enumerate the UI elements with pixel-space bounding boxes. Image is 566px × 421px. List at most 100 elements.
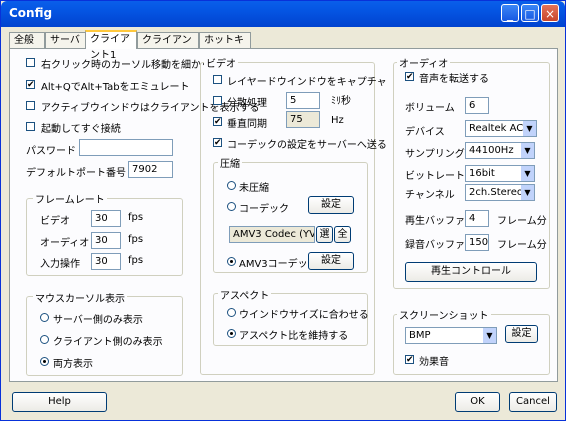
fit-window-radio[interactable] <box>227 308 236 317</box>
rec-buffer-label: 録音バッファ <box>405 240 465 251</box>
play-buffer-field[interactable]: 4 <box>465 210 489 227</box>
password-field[interactable] <box>79 139 173 156</box>
keep-aspect-label: アスペクト比を維持する <box>239 331 349 342</box>
codec-send-label: コーデックの設定をサーバーへ送る <box>227 140 387 151</box>
sound-effect-label: 効果音 <box>419 357 449 368</box>
window-title: Config <box>9 6 53 20</box>
fit-window-label: ウインドウサイズに合わせる <box>239 310 369 321</box>
distributed-label: 分散処理 <box>227 98 267 109</box>
audio-fps-field[interactable]: 30 <box>91 232 121 249</box>
audio-transfer-label: 音声を転送する <box>419 74 489 85</box>
cancel-button[interactable]: Cancel <box>509 392 557 412</box>
codec-settings-button[interactable]: 設定 <box>308 196 354 214</box>
autoconnect-checkbox[interactable] <box>26 122 35 131</box>
maximize-button[interactable]: □ <box>521 4 539 22</box>
audio-title: オーディオ <box>397 55 451 70</box>
volume-label: ボリューム <box>405 103 455 114</box>
input-fps-label: 入力操作 <box>40 259 80 270</box>
device-select[interactable]: Realtek AC97 ▼ <box>465 120 537 137</box>
codec-radio[interactable] <box>227 202 236 211</box>
layered-label: レイヤードウインドウをキャプチャ <box>227 77 387 88</box>
tab-client1[interactable]: クライアント1 <box>85 30 137 61</box>
mouse-cursor-title: マウスカーソル表示 <box>33 290 127 305</box>
tab-client2[interactable]: クライアント2 <box>137 32 199 62</box>
minimize-button[interactable]: _ <box>501 4 519 22</box>
screenshot-format-value: BMP <box>409 330 431 341</box>
cursor-fine-checkbox[interactable] <box>26 58 35 67</box>
title-bar[interactable]: Config _ □ × <box>1 1 565 27</box>
playback-control-button[interactable]: 再生コントロール <box>405 262 537 282</box>
audio-fps-unit: fps <box>128 234 144 245</box>
bit-rate-select[interactable]: 16bit ▼ <box>465 165 535 182</box>
chevron-down-icon: ▼ <box>521 185 534 200</box>
port-label: デフォルトポート番号 <box>26 168 126 179</box>
server-only-radio[interactable] <box>40 313 49 322</box>
close-button[interactable]: × <box>541 4 559 22</box>
chevron-down-icon: ▼ <box>521 143 534 158</box>
screenshot-settings-button[interactable]: 設定 <box>505 325 538 343</box>
chevron-down-icon: ▼ <box>523 121 536 136</box>
amv3-radio[interactable] <box>227 257 236 266</box>
alttab-checkbox[interactable]: ✔ <box>26 80 35 90</box>
active-window-checkbox[interactable] <box>26 101 35 110</box>
uncompressed-radio[interactable] <box>227 181 236 190</box>
vsync-checkbox[interactable]: ✔ <box>213 117 222 127</box>
codec-label: コーデック <box>239 204 289 215</box>
both-label: 両方表示 <box>53 359 93 370</box>
codec-send-checkbox[interactable]: ✔ <box>213 138 222 148</box>
config-window: Config _ □ × 全般 サーバー クライアント1 クライアント2 ホット… <box>0 0 566 421</box>
distributed-field[interactable]: 5 <box>286 92 320 109</box>
autoconnect-label: 起動してすぐ接続 <box>41 124 121 135</box>
layered-checkbox[interactable] <box>213 75 222 84</box>
bit-rate-label: ビットレート <box>405 171 465 182</box>
aspect-title: アスペクト <box>218 287 272 302</box>
vsync-unit: Hz <box>331 115 344 126</box>
video-title: ビデオ <box>204 55 238 70</box>
server-only-label: サーバー側のみ表示 <box>53 315 143 326</box>
amv3-label: AMV3コーデック <box>239 259 318 270</box>
amv3-settings-button[interactable]: 設定 <box>308 252 354 270</box>
tab-server[interactable]: サーバー <box>45 32 87 62</box>
distributed-unit: ﾐﾘ秒 <box>331 96 351 107</box>
vsync-label: 垂直同期 <box>227 119 267 130</box>
video-fps-unit: fps <box>128 212 144 223</box>
rec-buffer-unit: フレーム分 <box>497 240 547 251</box>
chevron-down-icon: ▼ <box>521 166 534 181</box>
uncompressed-label: 未圧縮 <box>239 183 269 194</box>
screenshot-group <box>393 314 550 375</box>
volume-field[interactable]: 6 <box>465 97 489 114</box>
port-field[interactable]: 7902 <box>128 161 173 178</box>
play-buffer-label: 再生バッファ <box>405 216 465 227</box>
distributed-checkbox[interactable] <box>213 96 222 105</box>
input-fps-unit: fps <box>128 255 144 266</box>
vsync-field[interactable]: 75 <box>286 111 320 128</box>
screenshot-format-select[interactable]: BMP ▼ <box>405 327 497 344</box>
codec-select-button[interactable]: 選 <box>316 226 333 243</box>
keep-aspect-radio[interactable] <box>227 329 236 338</box>
client-only-radio[interactable] <box>40 335 49 344</box>
screenshot-title: スクリーンショット <box>397 307 491 322</box>
compression-title: 圧縮 <box>218 155 242 170</box>
tab-general[interactable]: 全般 <box>9 32 45 48</box>
rec-buffer-field[interactable]: 150 <box>465 234 489 251</box>
chevron-down-icon: ▼ <box>483 328 496 343</box>
sample-rate-value: 44100Hz <box>469 145 514 156</box>
framerate-title: フレームレート <box>33 191 107 206</box>
video-fps-field[interactable]: 30 <box>91 210 121 227</box>
audio-transfer-checkbox[interactable]: ✔ <box>405 72 414 82</box>
channel-value: 2ch.Stereo <box>469 187 523 198</box>
codec-name-field[interactable]: AMV3 Codec (YV1 <box>229 226 315 243</box>
sample-rate-select[interactable]: 44100Hz ▼ <box>465 142 535 159</box>
channel-select[interactable]: 2ch.Stereo ▼ <box>465 184 535 201</box>
input-fps-field[interactable]: 30 <box>91 253 121 270</box>
alttab-label: Alt+QでAlt+Tabをエミュレート <box>41 82 190 93</box>
channel-label: チャンネル <box>405 190 455 201</box>
codec-all-button[interactable]: 全 <box>334 226 351 243</box>
help-button[interactable]: Help <box>12 392 107 412</box>
device-label: デバイス <box>405 127 445 138</box>
password-label: パスワード <box>26 146 76 157</box>
sound-effect-checkbox[interactable]: ✔ <box>405 355 414 365</box>
ok-button[interactable]: OK <box>455 392 500 412</box>
both-radio[interactable] <box>40 357 49 366</box>
tab-hotkey[interactable]: ホットキー <box>199 32 251 62</box>
